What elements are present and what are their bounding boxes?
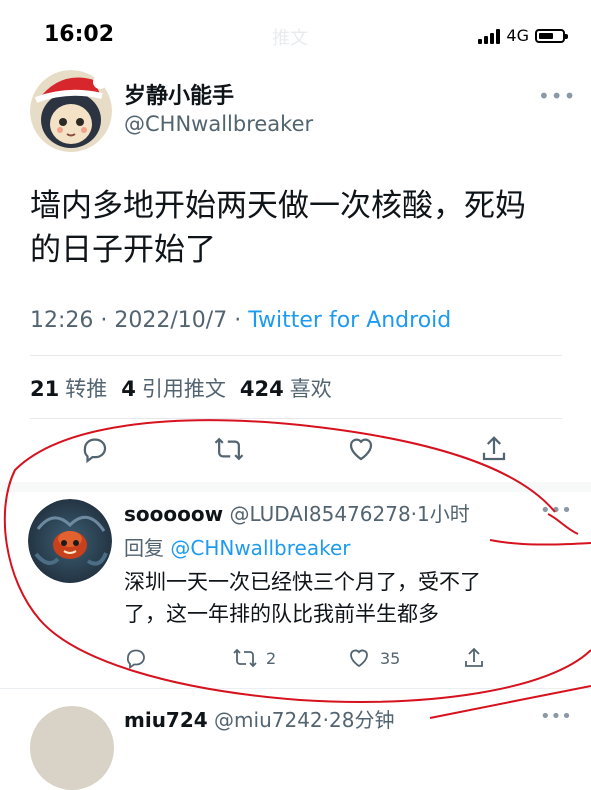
reply-like-count: 35 (380, 648, 401, 668)
tweet-text-line: 的日子开始了 (30, 232, 216, 268)
tweet-text-line: 墙内多地开始两天做一次核酸，死妈 (30, 188, 526, 224)
reply-icon[interactable] (80, 434, 110, 468)
more-icon[interactable]: ••• (540, 706, 572, 727)
reply-text-line: 深圳一天一次已经快三个月了，受不了 (124, 570, 481, 594)
quotes-stat[interactable]: 4 引用推文 (121, 373, 226, 403)
share-icon[interactable] (479, 434, 509, 468)
more-icon[interactable]: ••• (538, 84, 576, 108)
reply-to-label: 回复 (124, 536, 164, 560)
next-reply-author-name[interactable]: miu724 (124, 708, 208, 732)
next-reply-avatar[interactable] (30, 706, 114, 790)
divider (0, 688, 591, 689)
retweet-icon (233, 648, 257, 668)
status-time: 16:02 (44, 22, 115, 47)
status-bar: 16:02 推文 4G (0, 0, 591, 66)
likes-stat[interactable]: 424 喜欢 (240, 373, 332, 403)
reply-time: 1小时 (417, 502, 470, 526)
thread-divider (0, 482, 591, 492)
author-avatar[interactable] (30, 70, 112, 152)
retweets-stat[interactable]: 21 转推 (30, 373, 107, 403)
tweet-text: 墙内多地开始两天做一次核酸，死妈 的日子开始了 (30, 184, 570, 272)
reply-text-line: 了，这一年排的队比我前半生都多 (124, 602, 439, 626)
more-icon[interactable]: ••• (540, 500, 572, 521)
next-reply-header: miu724 @miu7242·28分钟 (124, 704, 394, 733)
tweet-action-bar (60, 434, 540, 470)
reply-retweet-button[interactable]: 2 (232, 646, 276, 670)
tweet-source-link[interactable]: Twitter for Android (248, 308, 451, 333)
battery-icon (535, 28, 568, 43)
meta-separator: · (234, 308, 249, 333)
tweet-time: 12:26 (30, 308, 94, 333)
reply-text: 深圳一天一次已经快三个月了，受不了 了，这一年排的队比我前半生都多 (124, 566, 564, 630)
reply-to: 回复 @CHNwallbreaker (124, 532, 351, 561)
like-icon (350, 649, 368, 668)
reply-author-handle[interactable]: @LUDAI85476278 (229, 502, 410, 526)
divider (30, 355, 562, 356)
status-title: 推文 (272, 28, 308, 49)
divider (30, 418, 562, 419)
tweet-stats: 21 转推 4 引用推文 424 喜欢 (30, 373, 332, 403)
signal-icon (478, 28, 501, 44)
author-name[interactable]: 岁静小能手 (124, 78, 234, 110)
like-icon[interactable] (346, 434, 376, 468)
tweet-date: 2022/10/7 (114, 308, 228, 333)
reply-header: sooooow @LUDAI85476278·1小时 (124, 498, 470, 527)
meta-separator: · (100, 308, 115, 333)
share-icon[interactable] (462, 646, 486, 670)
reply-avatar[interactable] (28, 499, 112, 583)
retweet-icon[interactable] (213, 434, 245, 468)
next-reply-author-handle[interactable]: @miu7242 (214, 708, 323, 732)
reply-icon[interactable] (124, 646, 148, 670)
author-handle[interactable]: @CHNwallbreaker (124, 112, 313, 136)
reply-retweet-count: 2 (266, 648, 277, 668)
reply-author-name[interactable]: sooooow (124, 502, 223, 526)
reply-like-button[interactable]: 35 (346, 646, 400, 670)
next-reply-time: 28分钟 (329, 708, 395, 732)
tweet-meta: 12:26 · 2022/10/7 · Twitter for Android (30, 308, 451, 333)
reply-action-bar: 2 35 (124, 646, 544, 672)
status-icons: 4G (478, 26, 568, 45)
network-type: 4G (506, 26, 529, 45)
reply-to-mention[interactable]: @CHNwallbreaker (170, 536, 350, 560)
